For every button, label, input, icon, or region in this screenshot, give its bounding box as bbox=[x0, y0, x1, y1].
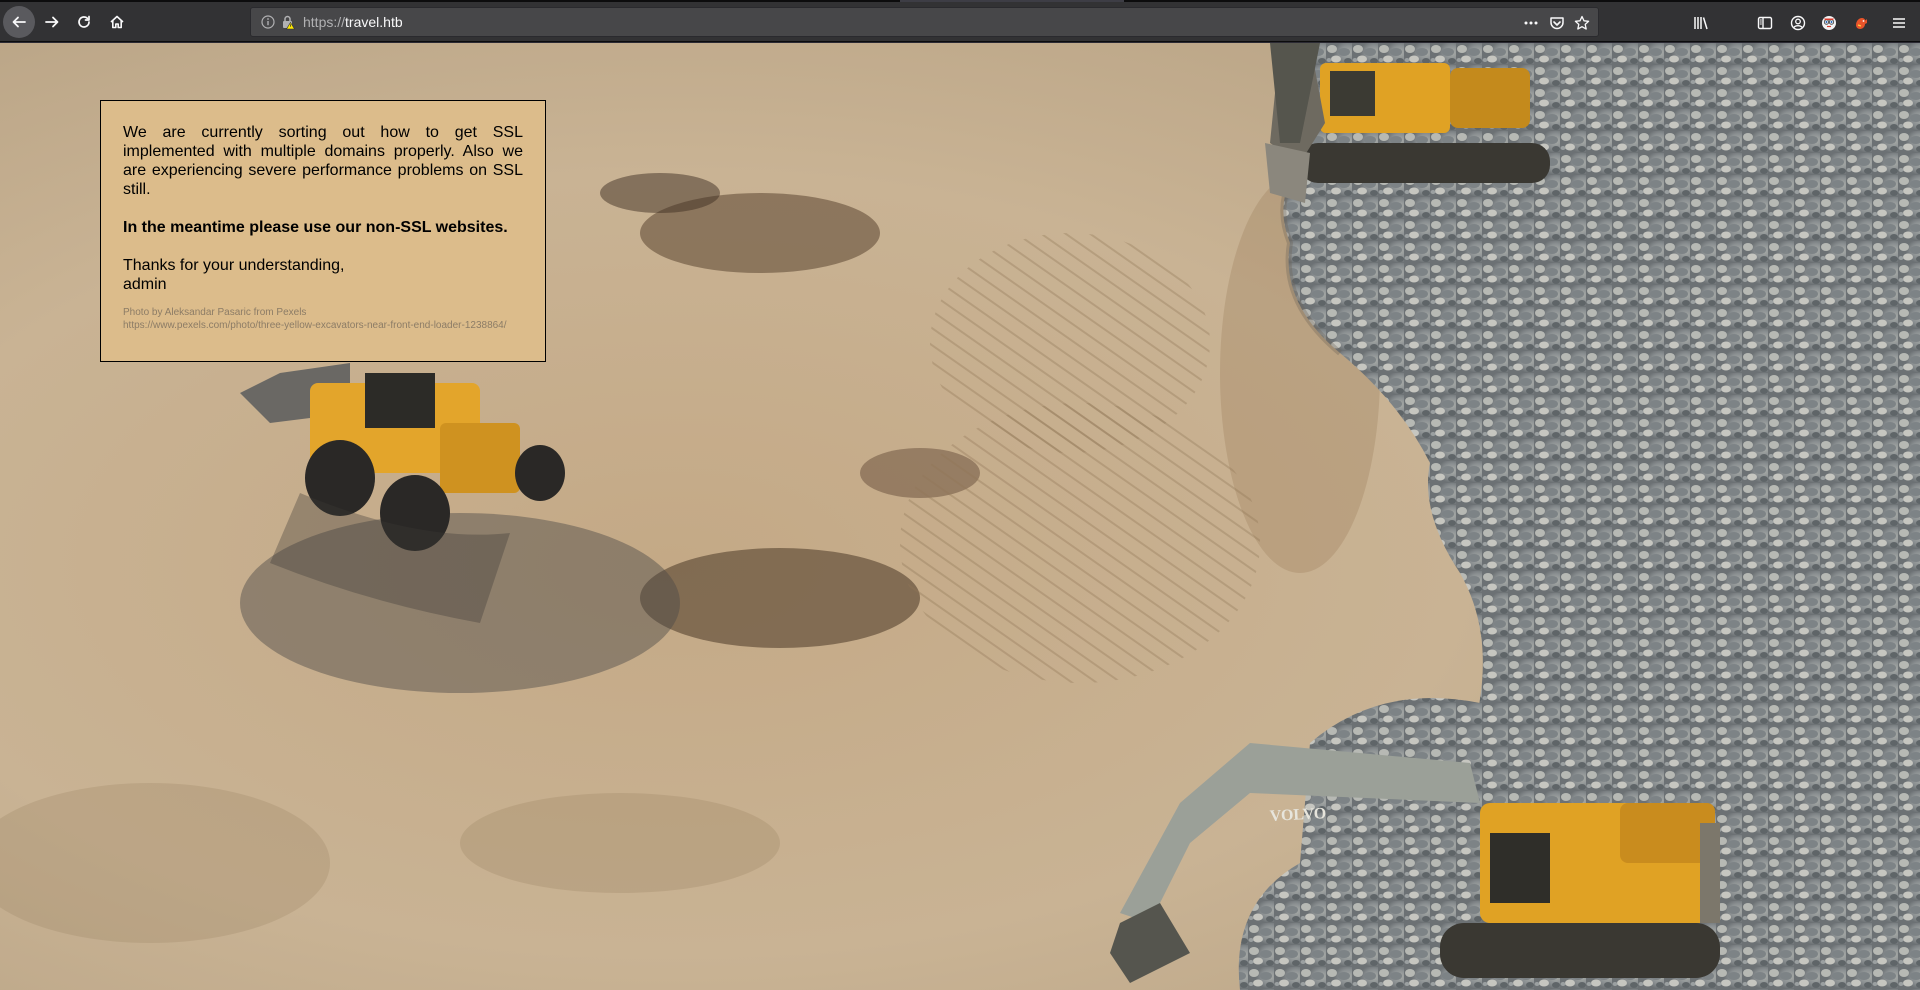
back-button[interactable] bbox=[3, 6, 35, 38]
ssl-notice-box: We are currently sorting out how to get … bbox=[100, 100, 546, 362]
info-icon[interactable] bbox=[261, 15, 275, 29]
photo-credit-author: Photo by Aleksandar Pasaric from Pexels bbox=[123, 307, 307, 318]
arrow-left-icon bbox=[12, 16, 26, 28]
svg-text:VOLVO: VOLVO bbox=[1269, 805, 1326, 825]
extension-icon[interactable] bbox=[1821, 15, 1837, 31]
home-button[interactable] bbox=[101, 6, 133, 38]
more-dots-icon[interactable] bbox=[1523, 15, 1539, 31]
star-icon[interactable] bbox=[1574, 15, 1590, 31]
insecure-lock-icon[interactable] bbox=[280, 14, 296, 30]
url-bar[interactable]: https://travel.htb bbox=[250, 7, 1599, 37]
url-scheme: https:// bbox=[303, 14, 346, 30]
reload-button[interactable] bbox=[68, 6, 100, 38]
url-text[interactable]: https://travel.htb bbox=[303, 14, 403, 30]
hamburger-menu-icon[interactable] bbox=[1891, 15, 1907, 31]
notice-emphasis: In the meantime please use our non-SSL w… bbox=[123, 219, 508, 236]
notice-paragraph: We are currently sorting out how to get … bbox=[123, 124, 523, 198]
pocket-icon[interactable] bbox=[1549, 15, 1565, 31]
account-icon[interactable] bbox=[1790, 15, 1806, 31]
arrow-right-icon bbox=[45, 16, 59, 28]
extension-icon[interactable] bbox=[1853, 15, 1869, 31]
notice-thanks: Thanks for your understanding, bbox=[123, 257, 345, 274]
page-viewport: VOLVO We are currently sorting out how t… bbox=[0, 43, 1920, 990]
notice-signature: admin bbox=[123, 276, 167, 293]
photo-credit: Photo by Aleksandar Pasaric from Pexels … bbox=[123, 306, 523, 332]
photo-credit-url: https://www.pexels.com/photo/three-yello… bbox=[123, 320, 507, 331]
url-host: travel.htb bbox=[345, 14, 403, 30]
home-icon bbox=[110, 15, 124, 29]
sidebar-icon[interactable] bbox=[1757, 15, 1773, 31]
browser-toolbar: https://travel.htb bbox=[0, 2, 1920, 42]
library-icon[interactable] bbox=[1693, 15, 1709, 31]
reload-icon bbox=[78, 15, 90, 28]
forward-button[interactable] bbox=[36, 6, 68, 38]
